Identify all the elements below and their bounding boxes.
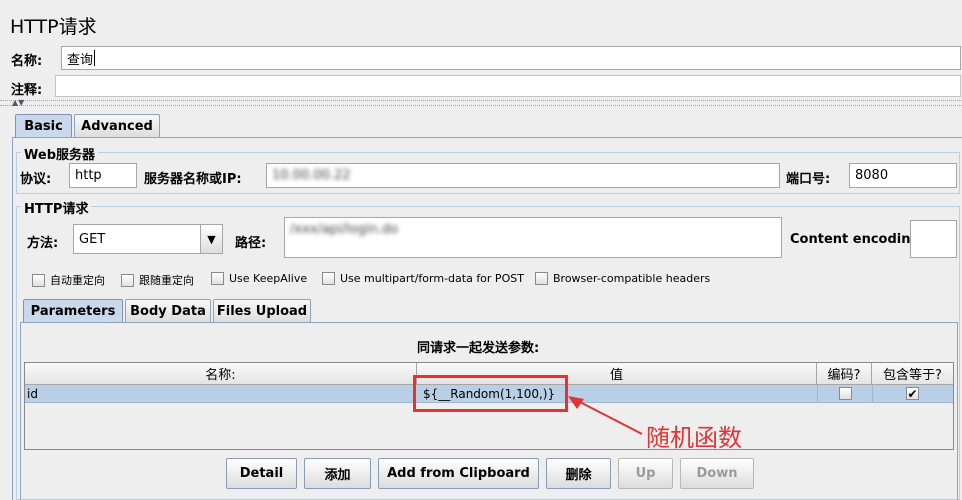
checkbox-keepalive[interactable] (211, 272, 224, 285)
content-encoding-input[interactable] (910, 220, 957, 258)
http-request-group-title: HTTP请求 (21, 198, 92, 217)
param-name-cell[interactable]: id (27, 385, 415, 403)
up-button[interactable]: Up (618, 458, 673, 489)
tab-parameters[interactable]: Parameters (23, 299, 123, 323)
protocol-input[interactable]: http (69, 163, 137, 188)
web-server-group-title: Web服务器 (21, 144, 98, 163)
tab-files-upload[interactable]: Files Upload (213, 299, 311, 323)
tab-body-data[interactable]: Body Data (125, 299, 211, 323)
name-field[interactable]: 查询 (61, 46, 961, 70)
port-input[interactable]: 8080 (849, 163, 957, 188)
column-header-encode[interactable]: 编码? (817, 363, 872, 385)
option-browser-compatible[interactable]: Browser-compatible headers (535, 272, 710, 285)
tab-parameters-label: Parameters (30, 304, 116, 319)
column-header-value-label: 值 (609, 368, 623, 383)
encode-checkbox[interactable] (839, 387, 852, 400)
comment-label: 注释: (11, 83, 43, 98)
include-equals-checkbox[interactable]: ✔ (906, 387, 919, 400)
name-label: 名称: (11, 54, 43, 69)
port-value: 8080 (855, 168, 889, 183)
method-label: 方法: (27, 236, 59, 251)
browser-compatible-label: Browser-compatible headers (553, 272, 711, 285)
add-from-clipboard-button[interactable]: Add from Clipboard (378, 458, 539, 489)
column-header-name-label: 名称: (205, 368, 236, 383)
option-follow-redirect[interactable]: 跟随重定向 (121, 272, 194, 288)
protocol-value: http (75, 168, 102, 183)
tab-basic[interactable]: Basic (15, 114, 72, 138)
keepalive-label: Use KeepAlive (229, 272, 308, 285)
auto-redirect-label: 自动重定向 (50, 274, 105, 287)
down-button[interactable]: Down (680, 458, 754, 489)
delete-button[interactable]: 删除 (546, 458, 611, 489)
server-input[interactable]: 10.00.00.22 (266, 163, 780, 188)
down-button-label: Down (696, 466, 738, 481)
tab-advanced-label: Advanced (81, 119, 153, 134)
add-button-label: 添加 (324, 468, 351, 483)
page-title: HTTP请求 (10, 16, 97, 38)
method-value: GET (79, 231, 106, 247)
highlight-box (413, 375, 568, 412)
column-header-encode-label: 编码? (827, 368, 861, 383)
checkbox-browser-compatible[interactable] (535, 272, 548, 285)
collapse-arrow-icon[interactable]: ▲▼ (12, 98, 24, 107)
checkbox-multipart[interactable] (322, 272, 335, 285)
add-button[interactable]: 添加 (304, 458, 371, 489)
tab-body-data-label: Body Data (130, 304, 206, 319)
annotation-arrow (568, 396, 643, 435)
tab-basic-label: Basic (24, 119, 63, 134)
path-label: 路径: (235, 236, 267, 251)
option-multipart[interactable]: Use multipart/form-data for POST (322, 272, 524, 285)
server-value: 10.00.00.22 (272, 168, 351, 183)
column-header-include-equals[interactable]: 包含等于? (872, 363, 953, 385)
annotation-label: 随机函数 (646, 424, 742, 452)
checkbox-follow-redirect[interactable] (121, 273, 134, 287)
path-input[interactable]: /xxx/api/login.do (284, 217, 782, 258)
delete-button-label: 删除 (565, 468, 592, 483)
checkmark-icon: ✔ (907, 386, 918, 401)
tab-files-upload-label: Files Upload (216, 304, 308, 319)
content-encoding-label: Content encoding: (790, 232, 925, 247)
up-button-label: Up (635, 466, 656, 481)
column-header-name[interactable]: 名称: (25, 363, 417, 385)
comment-field[interactable] (55, 75, 961, 97)
option-follow-redirect-auto[interactable]: 自动重定向 (32, 272, 105, 288)
protocol-label: 协议: (20, 172, 52, 187)
params-caption: 同请求一起发送参数: (417, 341, 540, 356)
checkbox-auto-redirect[interactable] (32, 273, 45, 287)
chevron-down-icon[interactable]: ▼ (200, 225, 222, 253)
path-value: /xxx/api/login.do (290, 222, 399, 237)
splitter[interactable]: ▲▼ (0, 98, 962, 107)
detail-button-label: Detail (239, 466, 284, 481)
method-select[interactable]: GET ▼ (73, 224, 223, 254)
port-label: 端口号: (786, 172, 831, 187)
follow-redirect-label: 跟随重定向 (139, 274, 194, 287)
column-header-include-equals-label: 包含等于? (883, 368, 942, 383)
name-field-value: 查询 (67, 52, 94, 68)
option-keepalive[interactable]: Use KeepAlive (211, 272, 307, 285)
detail-button[interactable]: Detail (226, 458, 297, 489)
tab-advanced[interactable]: Advanced (74, 114, 160, 138)
multipart-label: Use multipart/form-data for POST (340, 272, 524, 285)
server-label: 服务器名称或IP: (144, 172, 242, 187)
add-from-clipboard-label: Add from Clipboard (387, 466, 530, 481)
